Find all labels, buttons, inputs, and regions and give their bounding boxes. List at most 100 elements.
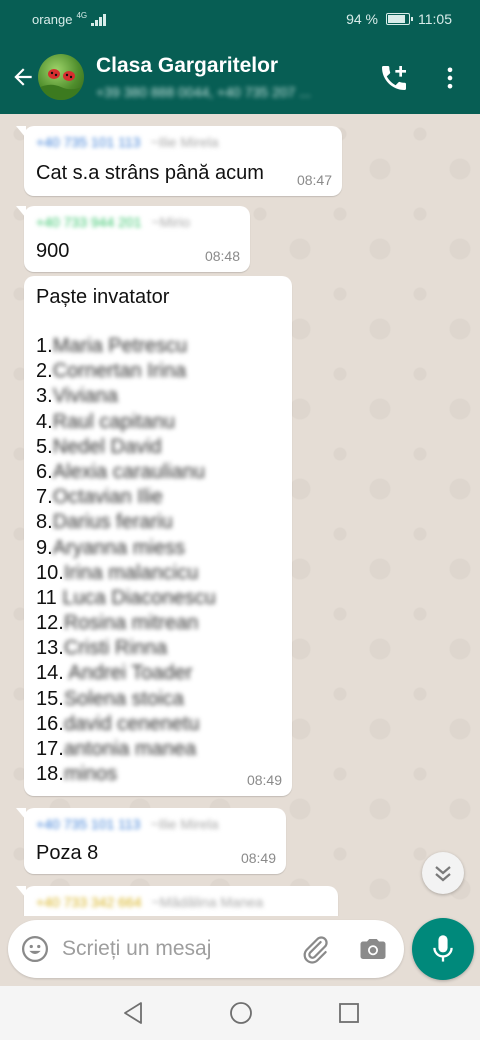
- list-item-name: Maria Petrescu: [52, 335, 188, 357]
- message-time: 08:48: [204, 248, 240, 264]
- message-bubble[interactable]: Paște invatator 1.Maria Petrescu 2.Corner…: [24, 276, 292, 796]
- microphone-icon: [433, 935, 453, 962]
- list-item-number: 2.: [36, 360, 53, 383]
- signal-icon: [91, 13, 107, 26]
- chat-title[interactable]: Clasa Gargaritelor: [96, 54, 278, 78]
- list-item: 14. Andrei Toader: [36, 661, 216, 686]
- list-item-name: Andrei Toader: [68, 662, 193, 685]
- list-item: 12.Rosina mitrean: [36, 611, 216, 636]
- message-text: Poza 8: [36, 842, 99, 864]
- sender-number: +40 733 944 201: [36, 214, 142, 230]
- scroll-down-button[interactable]: [422, 852, 464, 894]
- list-item-name: Raul capitanu: [52, 410, 175, 433]
- list-item: 17.antonia manea: [36, 737, 216, 762]
- list-item-name: Rosina mitrean: [63, 612, 199, 635]
- message-time: 08:49: [246, 772, 282, 788]
- list-item-number: 6.: [36, 460, 53, 483]
- list-item-number: 5.: [36, 435, 53, 458]
- double-chevron-down-icon: [435, 866, 451, 882]
- chat-area[interactable]: +40 735 101 113 ~Ilie Mirela Cat s.a strâ…: [0, 114, 480, 916]
- chat-header: Clasa Gargaritelor +39 380 888 0044, +40…: [0, 40, 480, 114]
- list-item-number: 14.: [36, 662, 69, 685]
- carrier-label: orange: [32, 12, 73, 27]
- message-time: 08:47: [296, 172, 332, 188]
- nav-recent-icon[interactable]: [336, 1000, 362, 1026]
- list-item: 13.Cristi Rinna: [36, 636, 216, 661]
- name-list: 1.Maria Petrescu 2.Cornertan Irina 3.Vivia…: [36, 334, 216, 787]
- list-item-name: Aryanna miess: [52, 536, 185, 559]
- message-text: Cat s.a strâns până acum: [36, 162, 264, 184]
- list-item: 2.Cornertan Irina: [36, 359, 216, 384]
- list-item-name: Octavian Ilie: [52, 486, 163, 509]
- list-item-number: 17.: [36, 738, 64, 760]
- list-item: 11 Luca Diaconescu: [36, 586, 216, 611]
- list-item-name: Viviana: [52, 385, 118, 408]
- sender-number: +40 735 101 113: [36, 134, 141, 150]
- list-item-name: Luca Diaconescu: [62, 586, 216, 609]
- message-bubble[interactable]: +40 733 944 201 ~Mirio 900 08:48: [16, 206, 250, 272]
- list-item-name: Cristi Rinna: [63, 637, 168, 660]
- list-item-name: antonia manea: [63, 738, 197, 760]
- paperclip-icon[interactable]: [300, 934, 330, 964]
- message-bubble[interactable]: +40 733 342 664 ~Mădălina Manea: [16, 886, 338, 916]
- system-nav-bar: [0, 986, 480, 1040]
- list-item: 15.Solena stoica: [36, 687, 216, 712]
- message-time: 08:49: [240, 850, 276, 866]
- list-item-number: 3.: [36, 385, 53, 408]
- sender-name: ~Mirio: [151, 214, 191, 230]
- message-sender: +40 735 101 113 ~Ilie Mirela: [36, 134, 219, 150]
- nav-home-icon[interactable]: [228, 1000, 254, 1026]
- list-item-name: Cornertan Irina: [52, 360, 187, 383]
- chat-participants[interactable]: +39 380 888 0044, +40 735 207 ...: [96, 84, 358, 100]
- list-item-number: 15.: [36, 687, 64, 710]
- sender-number: +40 735 101 113: [36, 816, 141, 832]
- arrow-left-icon[interactable]: [10, 62, 36, 92]
- list-item: 8.Darius ferariu: [36, 510, 216, 535]
- list-item-name: Solena stoica: [63, 687, 184, 710]
- list-item: 9.Aryanna miess: [36, 536, 216, 561]
- sender-number: +40 733 342 664: [36, 894, 142, 910]
- list-item: 18.minos: [36, 762, 216, 787]
- camera-icon[interactable]: [358, 934, 388, 964]
- list-item-number: 7.: [36, 486, 53, 509]
- battery-percent: 94 %: [346, 11, 378, 27]
- status-bar: orange 4G 94 % 11:05: [0, 0, 480, 40]
- list-item-name: Darius ferariu: [52, 511, 173, 534]
- group-avatar[interactable]: [38, 54, 84, 100]
- list-item: 5.Nedel David: [36, 435, 216, 460]
- list-item-name: Irina malancicu: [63, 561, 199, 584]
- add-call-icon[interactable]: [378, 62, 410, 94]
- nav-back-icon[interactable]: [120, 1000, 146, 1026]
- list-item-number: 16.: [36, 712, 64, 735]
- clock: 11:05: [418, 11, 452, 27]
- message-bubble[interactable]: +40 735 101 113 ~Ilie Mirela Cat s.a strâ…: [16, 126, 342, 196]
- more-vert-icon[interactable]: [436, 64, 464, 92]
- list-item: 4.Raul capitanu: [36, 410, 216, 435]
- list-item: 3.Viviana: [36, 384, 216, 409]
- status-right: 94 % 11:05: [346, 11, 452, 27]
- message-sender: +40 733 944 201 ~Mirio: [36, 214, 190, 230]
- list-item-name: Nedel David: [52, 435, 162, 458]
- list-item-name: david cenenetu: [63, 712, 200, 735]
- list-item-number: 8.: [36, 511, 53, 534]
- list-item-number: 12.: [36, 612, 64, 635]
- message-composer: [8, 920, 404, 978]
- list-item-name: Alexia caraulianu: [52, 460, 206, 483]
- message-bubble[interactable]: +40 735 101 113 ~Ilie Mirela Poza 8 08:49: [16, 808, 286, 874]
- sender-name: ~Ilie Mirela: [150, 816, 219, 832]
- emoji-icon[interactable]: [20, 934, 50, 964]
- message-title: Paște invatator: [36, 286, 170, 308]
- list-item-number: 9.: [36, 536, 53, 559]
- sender-name: ~Mădălina Manea: [151, 894, 264, 910]
- list-item: 10.Irina malancicu: [36, 561, 216, 586]
- voice-message-button[interactable]: [412, 918, 474, 980]
- status-left: orange 4G: [32, 11, 107, 27]
- network-label: 4G: [76, 11, 88, 20]
- list-item-number: 18.: [36, 763, 64, 786]
- message-text: 900: [36, 240, 70, 262]
- list-item-number: 4.: [36, 410, 53, 433]
- battery-icon: [386, 13, 413, 25]
- list-item-number: 10.: [36, 561, 64, 584]
- message-input[interactable]: [62, 930, 292, 968]
- list-item: 7.Octavian Ilie: [36, 485, 216, 510]
